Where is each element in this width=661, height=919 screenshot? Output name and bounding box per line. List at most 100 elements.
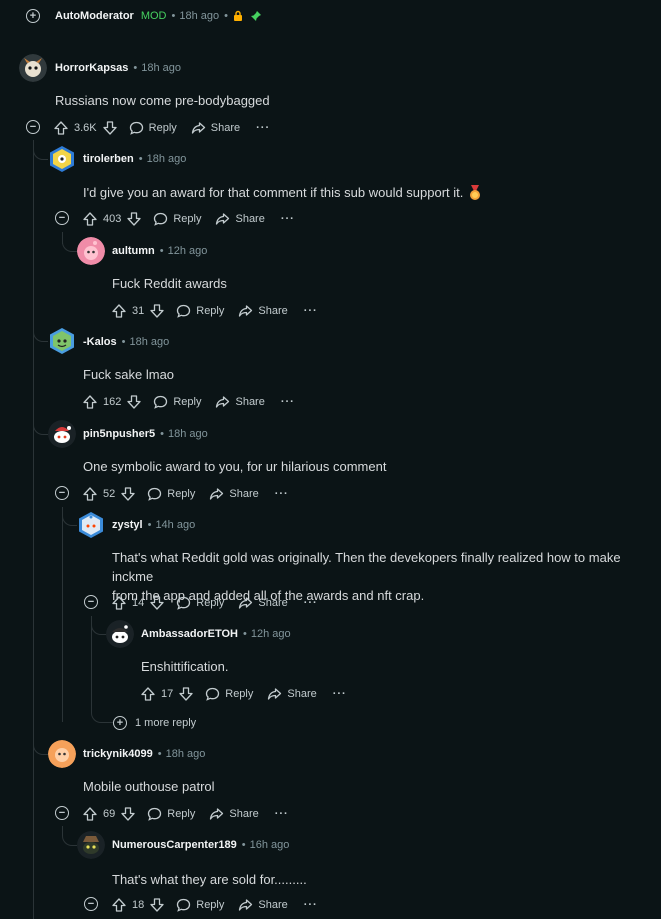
collapse-button[interactable]: − <box>84 595 98 609</box>
more-options-button[interactable]: ··· <box>256 122 270 134</box>
plus-icon: + <box>29 10 37 22</box>
username[interactable]: pin5npusher5 <box>83 428 155 440</box>
share-button[interactable]: Share <box>215 212 265 226</box>
reply-icon <box>154 395 168 409</box>
comment-actions: 17 Reply Share ··· <box>141 683 347 705</box>
separator-dot: • <box>121 336 126 348</box>
comment-body: Russians now come pre-bodybagged <box>55 93 270 108</box>
thread-connector <box>33 413 48 435</box>
username[interactable]: trickynik4099 <box>83 748 153 760</box>
downvote-icon[interactable] <box>121 487 135 501</box>
reply-button[interactable]: Reply <box>176 304 224 318</box>
reply-label: Reply <box>148 122 177 134</box>
reply-button[interactable]: Reply <box>176 596 224 610</box>
vote-count: 17 <box>161 688 174 700</box>
upvote-icon[interactable] <box>112 596 126 610</box>
username[interactable]: -Kalos <box>83 336 117 348</box>
timestamp: 18h ago <box>165 748 206 760</box>
collapse-button[interactable]: − <box>55 211 69 225</box>
share-button[interactable]: Share <box>238 596 288 610</box>
collapse-button[interactable]: − <box>84 897 98 911</box>
share-button[interactable]: Share <box>209 487 259 501</box>
share-label: Share <box>287 688 317 700</box>
share-label: Share <box>258 597 288 609</box>
username[interactable]: HorrorKapsas <box>55 62 128 74</box>
reply-button[interactable]: Reply <box>129 121 177 135</box>
reply-button[interactable]: Reply <box>176 898 224 912</box>
share-button[interactable]: Share <box>267 687 317 701</box>
downvote-icon[interactable] <box>150 898 164 912</box>
collapse-button[interactable]: − <box>55 806 69 820</box>
comment-body: One symbolic award to you, for ur hilari… <box>83 459 387 474</box>
reply-button[interactable]: Reply <box>147 807 195 821</box>
avatar[interactable] <box>19 54 47 82</box>
share-button[interactable]: Share <box>238 304 288 318</box>
username[interactable]: aultumn <box>112 245 155 257</box>
upvote-icon[interactable] <box>141 687 155 701</box>
reply-button[interactable]: Reply <box>147 487 195 501</box>
more-options-button[interactable]: ··· <box>333 688 347 700</box>
comment-body: Enshittification. <box>141 659 229 674</box>
automod-username[interactable]: AutoModerator <box>55 10 134 22</box>
avatar[interactable] <box>48 740 76 768</box>
downvote-icon[interactable] <box>150 304 164 318</box>
username[interactable]: zystyl <box>112 519 143 531</box>
downvote-icon[interactable] <box>102 121 117 135</box>
upvote-icon[interactable] <box>112 304 126 318</box>
upvote-icon[interactable] <box>112 898 126 912</box>
separator-dot: • <box>243 628 247 640</box>
upvote-icon[interactable] <box>83 212 97 226</box>
more-options-button[interactable]: ··· <box>304 899 318 911</box>
reply-label: Reply <box>196 597 225 609</box>
avatar[interactable] <box>77 511 105 539</box>
comment-meta: trickynik4099 • 18h ago <box>83 748 205 760</box>
more-options-button[interactable]: ··· <box>275 488 289 500</box>
share-label: Share <box>258 305 288 317</box>
downvote-icon[interactable] <box>150 596 164 610</box>
username[interactable]: AmbassadorETOH <box>141 628 238 640</box>
more-options-button[interactable]: ··· <box>304 305 318 317</box>
downvote-icon[interactable] <box>121 807 135 821</box>
upvote-icon[interactable] <box>83 487 97 501</box>
award-medal-icon <box>470 184 481 200</box>
timestamp: 18h ago <box>129 336 170 348</box>
username[interactable]: NumerousCarpenter189 <box>112 839 237 851</box>
avatar[interactable] <box>77 237 105 265</box>
avatar[interactable] <box>48 327 76 355</box>
reply-button[interactable]: Reply <box>205 687 253 701</box>
share-label: Share <box>229 488 259 500</box>
more-options-button[interactable]: ··· <box>281 213 295 225</box>
downvote-icon[interactable] <box>127 212 142 226</box>
share-button[interactable]: Share <box>238 898 288 912</box>
downvote-icon[interactable] <box>127 395 142 409</box>
avatar[interactable] <box>48 420 76 448</box>
pin-icon <box>250 11 261 21</box>
separator-dot: • <box>159 245 164 257</box>
username[interactable]: tirolerben <box>83 153 134 165</box>
comment-meta: tirolerben • 18h ago <box>83 153 186 165</box>
upvote-icon[interactable] <box>83 807 97 821</box>
reply-button[interactable]: Reply <box>153 212 201 226</box>
vote-count: 14 <box>132 597 145 609</box>
reply-icon <box>177 898 191 912</box>
collapse-button[interactable]: − <box>26 120 40 134</box>
avatar[interactable] <box>77 831 105 859</box>
comment-body: That's what they are sold for......... <box>112 872 307 887</box>
share-button[interactable]: Share <box>215 395 265 409</box>
expand-automod-button[interactable]: + <box>26 9 40 23</box>
downvote-icon[interactable] <box>179 687 193 701</box>
thread-connector <box>62 232 77 252</box>
more-options-button[interactable]: ··· <box>304 597 318 609</box>
collapse-button[interactable]: − <box>55 486 69 500</box>
avatar[interactable] <box>48 145 76 173</box>
more-options-button[interactable]: ··· <box>275 808 289 820</box>
share-button[interactable]: Share <box>209 807 259 821</box>
share-button[interactable]: Share <box>191 121 240 135</box>
avatar[interactable] <box>106 620 134 648</box>
upvote-icon[interactable] <box>54 121 68 135</box>
more-options-button[interactable]: ··· <box>281 396 295 408</box>
more-replies-link[interactable]: + 1 more reply <box>113 716 196 730</box>
vote-group: 3.6K <box>54 121 117 135</box>
reply-button[interactable]: Reply <box>153 395 201 409</box>
upvote-icon[interactable] <box>83 395 97 409</box>
